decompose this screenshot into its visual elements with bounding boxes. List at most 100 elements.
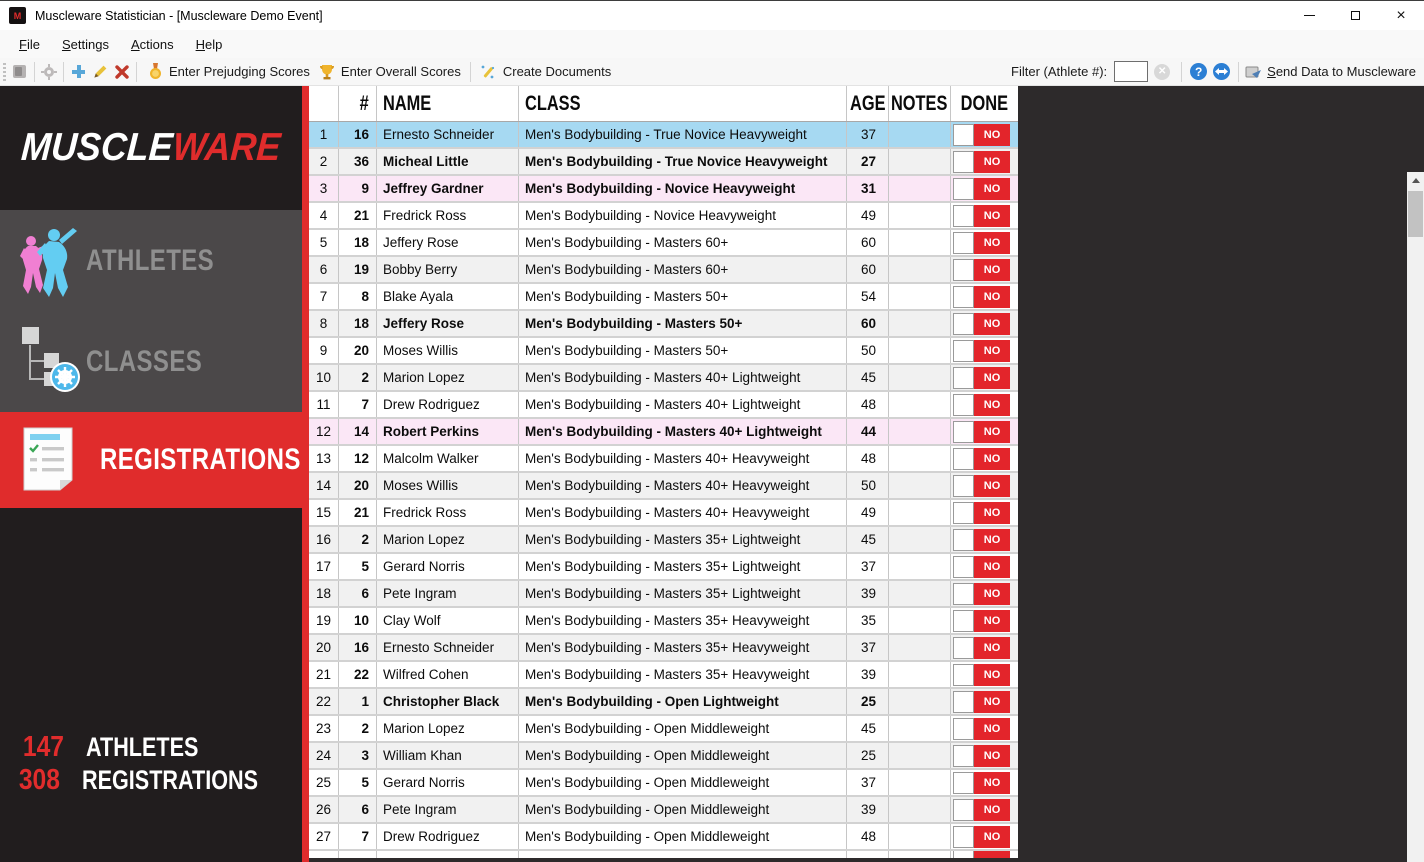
create-documents-button[interactable]: Create Documents xyxy=(476,60,615,84)
done-checkbox[interactable] xyxy=(953,745,974,767)
done-checkbox[interactable] xyxy=(953,232,974,254)
done-checkbox[interactable] xyxy=(953,583,974,605)
header-age[interactable]: AGE xyxy=(847,86,889,121)
table-row[interactable]: 162Marion LopezMen's Bodybuilding - Mast… xyxy=(309,527,1018,554)
done-checkbox[interactable] xyxy=(953,529,974,551)
done-checkbox[interactable] xyxy=(953,556,974,578)
done-no-button[interactable]: NO xyxy=(974,151,1010,173)
header-notes[interactable]: NOTES xyxy=(889,86,951,121)
add-button[interactable] xyxy=(69,63,87,81)
menu-item-settings[interactable]: Settings xyxy=(51,33,120,56)
done-checkbox[interactable] xyxy=(953,772,974,794)
menu-item-file[interactable]: File xyxy=(8,33,51,56)
table-row[interactable]: 1420Moses WillisMen's Bodybuilding - Mas… xyxy=(309,473,1018,500)
send-data-button[interactable]: Send Data to Muscleware xyxy=(1244,63,1424,81)
enter-prejudging-scores-button[interactable]: Enter Prejudging Scores xyxy=(142,60,314,84)
done-checkbox[interactable] xyxy=(953,691,974,713)
table-row[interactable]: 232Marion LopezMen's Bodybuilding - Open… xyxy=(309,716,1018,743)
done-checkbox[interactable] xyxy=(953,394,974,416)
done-checkbox[interactable] xyxy=(953,475,974,497)
done-checkbox[interactable] xyxy=(953,286,974,308)
done-no-button[interactable]: NO xyxy=(974,637,1010,659)
done-checkbox[interactable] xyxy=(953,151,974,173)
done-no-button[interactable]: NO xyxy=(974,448,1010,470)
done-checkbox[interactable] xyxy=(953,502,974,524)
close-button[interactable]: × xyxy=(1378,1,1424,30)
scrollbar-thumb[interactable] xyxy=(1408,191,1423,237)
table-row[interactable]: 78Blake AyalaMen's Bodybuilding - Master… xyxy=(309,284,1018,311)
table-row[interactable]: 421Fredrick RossMen's Bodybuilding - Nov… xyxy=(309,203,1018,230)
done-no-button[interactable]: NO xyxy=(974,124,1010,146)
table-row[interactable]: 2122Wilfred CohenMen's Bodybuilding - Ma… xyxy=(309,662,1018,689)
done-checkbox[interactable] xyxy=(953,205,974,227)
done-no-button[interactable]: NO xyxy=(974,583,1010,605)
help-button[interactable]: ? xyxy=(1190,63,1207,80)
done-no-button[interactable]: NO xyxy=(974,475,1010,497)
sidebar-item-classes[interactable]: CLASSES xyxy=(0,311,302,412)
done-no-button[interactable]: NO xyxy=(974,799,1010,821)
done-no-button[interactable]: NO xyxy=(974,745,1010,767)
done-no-button[interactable]: NO xyxy=(974,232,1010,254)
table-row[interactable]: 277Drew RodriguezMen's Bodybuilding - Op… xyxy=(309,824,1018,851)
header-class[interactable]: CLASS xyxy=(519,86,847,121)
done-no-button[interactable]: NO xyxy=(974,205,1010,227)
table-row[interactable]: 619Bobby BerryMen's Bodybuilding - Maste… xyxy=(309,257,1018,284)
done-checkbox[interactable] xyxy=(953,637,974,659)
table-row[interactable]: 221Christopher BlackMen's Bodybuilding -… xyxy=(309,689,1018,716)
done-no-button[interactable]: NO xyxy=(974,556,1010,578)
done-checkbox[interactable] xyxy=(953,826,974,848)
done-no-button[interactable]: NO xyxy=(974,367,1010,389)
done-checkbox[interactable] xyxy=(953,259,974,281)
done-checkbox[interactable] xyxy=(953,421,974,443)
table-row[interactable]: 518Jeffery RoseMen's Bodybuilding - Mast… xyxy=(309,230,1018,257)
table-row[interactable]: 102Marion LopezMen's Bodybuilding - Mast… xyxy=(309,365,1018,392)
menu-item-actions[interactable]: Actions xyxy=(120,33,185,56)
done-no-button[interactable]: NO xyxy=(974,610,1010,632)
done-no-button[interactable]: NO xyxy=(974,259,1010,281)
athlete-filter-input[interactable] xyxy=(1114,61,1148,82)
table-row[interactable]: 1910Clay WolfMen's Bodybuilding - Master… xyxy=(309,608,1018,635)
done-no-button[interactable]: NO xyxy=(974,286,1010,308)
done-no-button[interactable]: NO xyxy=(974,394,1010,416)
sidebar-item-registrations[interactable]: REGISTRATIONS xyxy=(0,412,302,508)
done-no-button[interactable]: NO xyxy=(974,178,1010,200)
table-row[interactable]: 117Drew RodriguezMen's Bodybuilding - Ma… xyxy=(309,392,1018,419)
table-row[interactable]: 243William KhanMen's Bodybuilding - Open… xyxy=(309,743,1018,770)
done-checkbox[interactable] xyxy=(953,313,974,335)
table-row[interactable]: 175Gerard NorrisMen's Bodybuilding - Mas… xyxy=(309,554,1018,581)
done-no-button[interactable]: NO xyxy=(974,529,1010,551)
delete-button[interactable] xyxy=(113,63,131,81)
done-no-button[interactable]: NO xyxy=(974,718,1010,740)
table-row[interactable]: 1312Malcolm WalkerMen's Bodybuilding - M… xyxy=(309,446,1018,473)
table-row[interactable]: 255Gerard NorrisMen's Bodybuilding - Ope… xyxy=(309,770,1018,797)
table-row[interactable]: 266Pete IngramMen's Bodybuilding - Open … xyxy=(309,797,1018,824)
maximize-button[interactable] xyxy=(1332,1,1378,30)
done-no-button[interactable]: NO xyxy=(974,502,1010,524)
done-no-button[interactable]: NO xyxy=(974,421,1010,443)
remote-support-button[interactable] xyxy=(1213,63,1230,80)
header-done[interactable]: DONE xyxy=(951,86,1018,121)
table-row[interactable]: 2016Ernesto SchneiderMen's Bodybuilding … xyxy=(309,635,1018,662)
done-no-button[interactable]: NO xyxy=(974,826,1010,848)
header-rowindex[interactable] xyxy=(309,86,339,121)
done-checkbox[interactable] xyxy=(953,664,974,686)
table-row[interactable]: 1214Robert PerkinsMen's Bodybuilding - M… xyxy=(309,419,1018,446)
table-row[interactable]: 186Pete IngramMen's Bodybuilding - Maste… xyxy=(309,581,1018,608)
done-no-button[interactable]: NO xyxy=(974,340,1010,362)
menu-item-help[interactable]: Help xyxy=(185,33,234,56)
enter-overall-scores-button[interactable]: Enter Overall Scores xyxy=(314,60,465,84)
table-row[interactable]: 39Jeffrey GardnerMen's Bodybuilding - No… xyxy=(309,176,1018,203)
done-checkbox[interactable] xyxy=(953,340,974,362)
done-checkbox[interactable] xyxy=(953,610,974,632)
done-checkbox[interactable] xyxy=(953,124,974,146)
table-row[interactable]: 1521Fredrick RossMen's Bodybuilding - Ma… xyxy=(309,500,1018,527)
done-no-button[interactable]: NO xyxy=(974,691,1010,713)
table-row[interactable]: 920Moses WillisMen's Bodybuilding - Mast… xyxy=(309,338,1018,365)
done-no-button[interactable]: NO xyxy=(974,313,1010,335)
sidebar-item-athletes[interactable]: ATHLETES xyxy=(0,210,302,311)
edit-pencil-button[interactable] xyxy=(91,63,109,81)
header-name[interactable]: NAME xyxy=(377,86,519,121)
done-checkbox[interactable] xyxy=(953,367,974,389)
done-no-button[interactable]: NO xyxy=(974,772,1010,794)
scroll-up-button[interactable] xyxy=(1407,172,1424,189)
